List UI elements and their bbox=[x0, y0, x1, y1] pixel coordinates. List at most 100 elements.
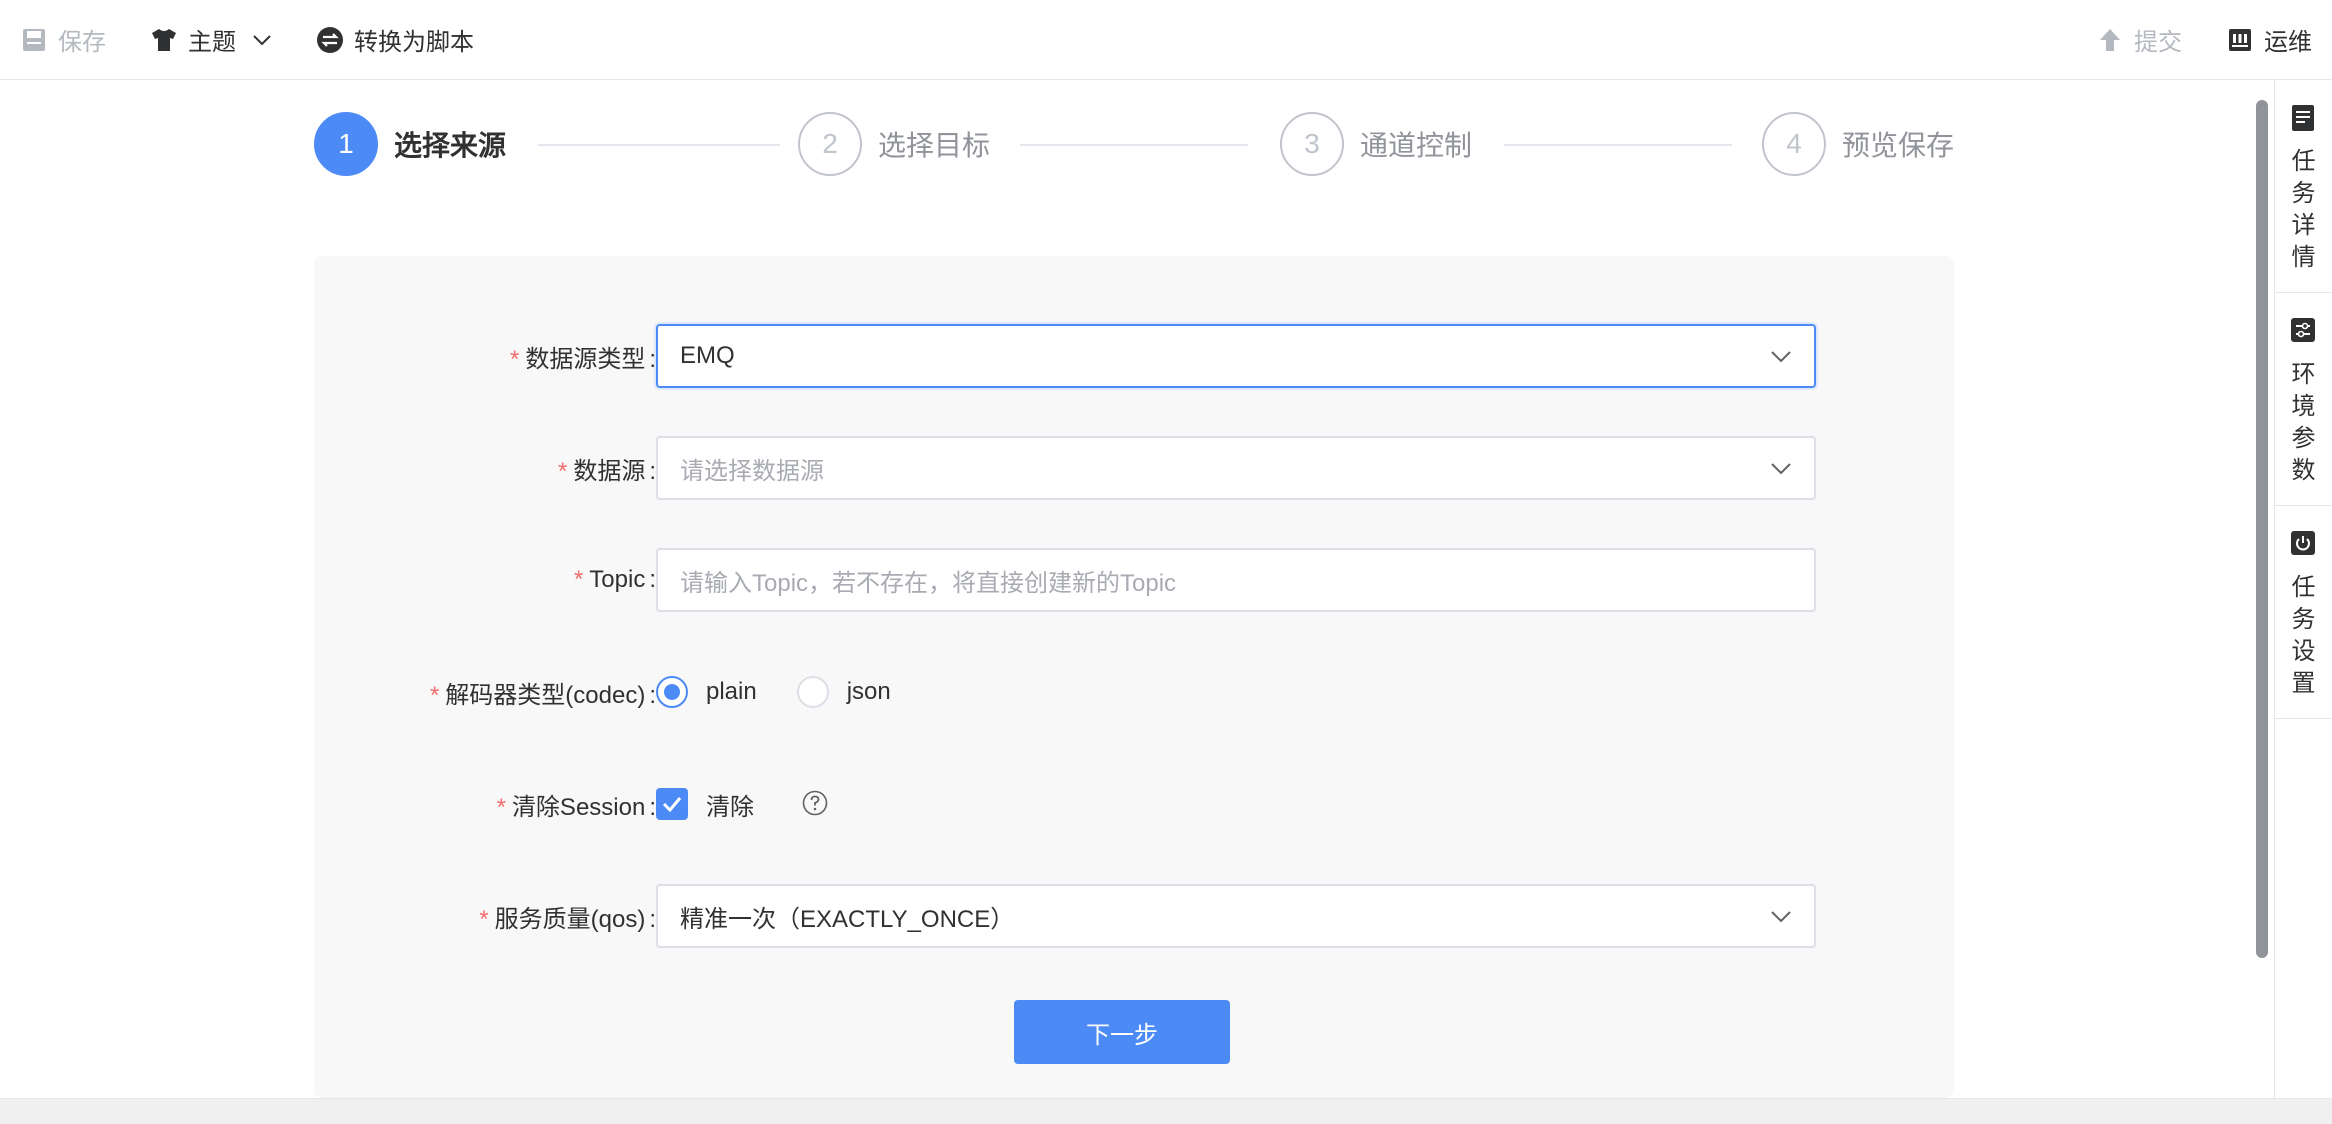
step-number: 3 bbox=[1280, 112, 1344, 176]
radio-dot bbox=[796, 676, 829, 708]
required-mark: * bbox=[496, 793, 506, 821]
label-colon: : bbox=[649, 905, 656, 933]
step-select-source[interactable]: 1 选择来源 bbox=[314, 112, 506, 176]
vertical-scrollbar[interactable] bbox=[2256, 100, 2268, 958]
toolbar: 保存 主题 转换为脚本 提交 运维 bbox=[0, 0, 2332, 80]
form-label: * 数据源类型: bbox=[314, 339, 656, 374]
submit-button[interactable]: 提交 bbox=[2096, 22, 2182, 57]
source-type-label: 数据源类型 bbox=[525, 345, 646, 373]
checkbox-label: 清除 bbox=[706, 793, 754, 821]
clean-session-label: 清除Session bbox=[511, 793, 646, 821]
theme-label: 主题 bbox=[188, 29, 236, 56]
toolbar-left: 保存 主题 转换为脚本 bbox=[20, 22, 474, 57]
form-row-qos: * 服务质量(qos): 精准一次（EXACTLY_ONCE） bbox=[314, 884, 1954, 948]
form-label: * 数据源: bbox=[314, 451, 656, 486]
label-colon: : bbox=[649, 566, 656, 593]
clean-session-checkbox[interactable]: 清除 bbox=[656, 787, 754, 822]
required-mark: * bbox=[429, 681, 440, 709]
topic-input[interactable]: 请输入Topic，若不存在，将直接创建新的Topic bbox=[656, 548, 1816, 612]
convert-label: 转换为脚本 bbox=[354, 29, 474, 56]
next-step-button[interactable]: 下一步 bbox=[1014, 1000, 1230, 1064]
form-row-codec: * 解码器类型(codec): plain json bbox=[314, 660, 1954, 724]
source-form-card: * 数据源类型: EMQ * 数据源: 请选择数据源 * Topic: 请输入… bbox=[314, 256, 1954, 1098]
toolbar-right: 提交 运维 bbox=[2096, 22, 2312, 57]
form-row-source-type: * 数据源类型: EMQ bbox=[314, 324, 1954, 388]
radio-label: json bbox=[846, 678, 891, 705]
topic-placeholder: 请输入Topic，若不存在，将直接创建新的Topic bbox=[680, 569, 1177, 597]
form-label: * 解码器类型(codec): bbox=[314, 675, 656, 710]
radio-label: plain bbox=[706, 678, 757, 705]
form-label: * Topic: bbox=[314, 566, 656, 594]
step-title: 通道控制 bbox=[1360, 130, 1473, 161]
step-connector bbox=[1504, 144, 1732, 146]
codec-radio-json[interactable]: json bbox=[796, 676, 891, 708]
save-icon bbox=[20, 26, 48, 54]
required-mark: * bbox=[557, 457, 568, 485]
panel-label: 任务详情 bbox=[2291, 148, 2316, 271]
save-label: 保存 bbox=[58, 29, 106, 56]
label-colon: : bbox=[649, 457, 656, 485]
form-row-clean-session: * 清除Session: 清除 bbox=[314, 772, 1954, 836]
document-icon bbox=[2290, 104, 2318, 132]
panel-task-details[interactable]: 任务详情 bbox=[2275, 80, 2332, 293]
convert-to-script-button[interactable]: 转换为脚本 bbox=[316, 22, 474, 57]
source-type-select[interactable]: EMQ bbox=[656, 324, 1816, 388]
step-number: 1 bbox=[314, 112, 378, 176]
submit-label: 提交 bbox=[2134, 29, 2182, 56]
datasource-select[interactable]: 请选择数据源 bbox=[656, 436, 1816, 500]
question-circle-icon[interactable] bbox=[802, 790, 830, 818]
required-mark: * bbox=[479, 905, 489, 933]
swap-icon bbox=[316, 26, 344, 54]
qos-select[interactable]: 精准一次（EXACTLY_ONCE） bbox=[656, 884, 1816, 948]
step-title: 预览保存 bbox=[1842, 130, 1955, 161]
horizontal-scrollbar-track bbox=[0, 1098, 2332, 1124]
ops-icon bbox=[2226, 26, 2254, 54]
required-mark: * bbox=[509, 345, 520, 373]
ops-button[interactable]: 运维 bbox=[2226, 22, 2312, 57]
datasource-placeholder: 请选择数据源 bbox=[680, 457, 824, 485]
control: 精准一次（EXACTLY_ONCE） bbox=[656, 884, 1816, 948]
form-label: * 服务质量(qos): bbox=[314, 899, 656, 934]
step-preview-save[interactable]: 4 预览保存 bbox=[1762, 112, 1954, 176]
step-connector bbox=[538, 144, 780, 146]
topic-label: Topic bbox=[589, 566, 646, 593]
control: 请输入Topic，若不存在，将直接创建新的Topic bbox=[656, 548, 1816, 612]
theme-dropdown[interactable]: 主题 bbox=[150, 22, 272, 57]
step-select-target[interactable]: 2 选择目标 bbox=[798, 112, 990, 176]
panel-label: 环境参数 bbox=[2291, 361, 2316, 484]
chevron-down-icon bbox=[1770, 342, 1792, 370]
step-number: 4 bbox=[1762, 112, 1826, 176]
control: 清除 bbox=[656, 787, 830, 822]
ops-label: 运维 bbox=[2264, 29, 2312, 56]
chevron-down-icon bbox=[1770, 454, 1792, 482]
control: EMQ bbox=[656, 324, 1816, 388]
codec-radio-plain[interactable]: plain bbox=[656, 676, 757, 708]
arrow-up-icon bbox=[2096, 26, 2124, 54]
control: plain json bbox=[656, 676, 931, 708]
panel-task-settings[interactable]: 任务设置 bbox=[2275, 506, 2332, 719]
form-row-datasource: * 数据源: 请选择数据源 bbox=[314, 436, 1954, 500]
save-button[interactable]: 保存 bbox=[20, 22, 106, 57]
label-colon: : bbox=[649, 681, 656, 709]
source-type-value: EMQ bbox=[680, 342, 735, 369]
step-channel-control[interactable]: 3 通道控制 bbox=[1280, 112, 1472, 176]
power-icon bbox=[2290, 530, 2318, 558]
label-colon: : bbox=[649, 345, 656, 373]
chevron-down-icon bbox=[1770, 902, 1792, 930]
radio-dot bbox=[656, 676, 688, 708]
params-icon bbox=[2290, 317, 2318, 345]
form-label: * 清除Session: bbox=[314, 787, 656, 822]
datasource-label: 数据源 bbox=[573, 457, 646, 485]
required-mark: * bbox=[573, 566, 584, 593]
form-row-topic: * Topic: 请输入Topic，若不存在，将直接创建新的Topic bbox=[314, 548, 1954, 612]
qos-value: 精准一次（EXACTLY_ONCE） bbox=[680, 905, 1015, 933]
panel-env-params[interactable]: 环境参数 bbox=[2275, 293, 2332, 506]
panel-label: 任务设置 bbox=[2291, 574, 2316, 697]
step-title: 选择目标 bbox=[878, 130, 991, 161]
step-number: 2 bbox=[798, 112, 862, 176]
right-side-panel: 任务详情 环境参数 任务设置 bbox=[2274, 80, 2332, 1098]
step-connector bbox=[1020, 144, 1248, 146]
checkmark-icon bbox=[656, 788, 688, 820]
qos-label: 服务质量(qos) bbox=[494, 905, 646, 933]
label-colon: : bbox=[649, 793, 656, 821]
